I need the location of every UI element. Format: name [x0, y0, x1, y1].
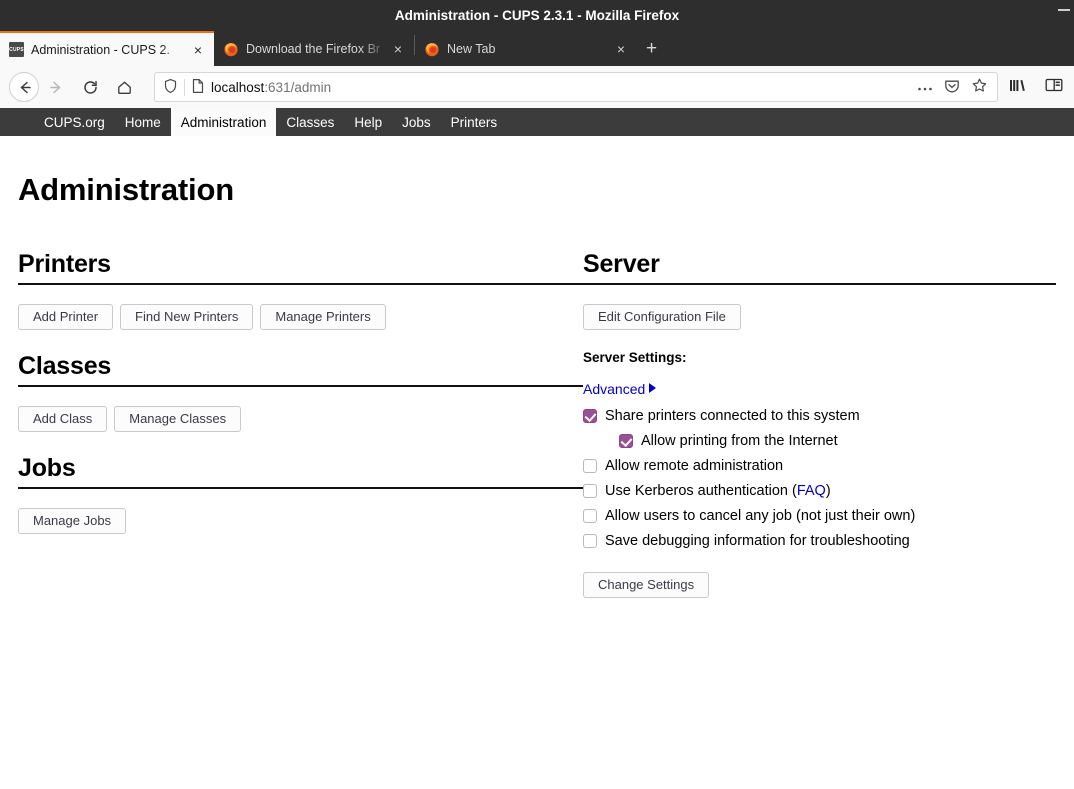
jobs-button-row: Manage Jobs [18, 508, 583, 534]
browser-tab-3[interactable]: New Tab × [415, 31, 637, 66]
home-icon[interactable] [108, 72, 141, 102]
cups-site-nav: CUPS.org Home Administration Classes Hel… [0, 108, 1074, 136]
checkbox-label: Share printers connected to this system [605, 408, 860, 424]
nav-item-administration[interactable]: Administration [171, 108, 277, 136]
tab-title: New Tab [447, 42, 606, 56]
nav-item-help[interactable]: Help [344, 108, 392, 136]
checkbox-use-kerberos-authentication[interactable]: Use Kerberos authentication (FAQ) [583, 478, 1056, 503]
checkbox-unchecked-icon[interactable] [583, 509, 597, 523]
nav-item-printers[interactable]: Printers [441, 108, 508, 136]
firefox-favicon [424, 41, 440, 57]
tab-strip: CUPS Administration - CUPS 2. × Download… [0, 30, 1074, 66]
checkbox-label-text: Use Kerberos authentication ( [605, 483, 797, 499]
checkbox-label: Allow users to cancel any job (not just … [605, 508, 915, 524]
checkbox-allow-remote-administration[interactable]: Allow remote administration [583, 453, 1056, 478]
manage-classes-button[interactable]: Manage Classes [114, 406, 241, 432]
checkbox-checked-icon[interactable] [619, 434, 633, 448]
add-class-button[interactable]: Add Class [18, 406, 107, 432]
checkbox-save-debugging-information[interactable]: Save debugging information for troublesh… [583, 528, 1056, 553]
server-heading: Server [583, 250, 1056, 279]
classes-button-row: Add Class Manage Classes [18, 406, 583, 432]
checkbox-label: Allow printing from the Internet [641, 433, 838, 449]
cups-favicon: CUPS [9, 42, 24, 57]
tab-title: Download the Firefox Br [246, 42, 383, 56]
window-title: Administration - CUPS 2.3.1 - Mozilla Fi… [395, 8, 679, 23]
checkbox-allow-printing-internet[interactable]: Allow printing from the Internet [583, 428, 1056, 453]
checkbox-label: Save debugging information for troublesh… [605, 533, 910, 549]
server-button-row: Edit Configuration File [583, 304, 1056, 330]
manage-jobs-button[interactable]: Manage Jobs [18, 508, 126, 534]
jobs-heading: Jobs [18, 454, 583, 483]
url-path: :631/admin [264, 80, 331, 95]
server-settings-checkbox-list: Share printers connected to this system … [583, 403, 1056, 553]
new-tab-button[interactable]: + [637, 39, 666, 58]
reload-icon[interactable] [74, 72, 107, 102]
nav-item-jobs[interactable]: Jobs [392, 108, 441, 136]
classes-heading: Classes [18, 352, 583, 381]
url-divider [184, 79, 185, 96]
star-icon[interactable] [971, 77, 988, 97]
spacer [18, 330, 583, 352]
printers-heading: Printers [18, 250, 583, 279]
checkbox-allow-users-cancel-any-job[interactable]: Allow users to cancel any job (not just … [583, 503, 1056, 528]
server-rule [583, 283, 1056, 285]
right-column: Server Edit Configuration File Server Se… [583, 250, 1056, 598]
left-column: Printers Add Printer Find New Printers M… [18, 250, 583, 598]
tab-close-icon[interactable]: × [190, 43, 206, 57]
server-settings-label: Server Settings: [583, 350, 1056, 365]
firefox-favicon [223, 41, 239, 57]
tab-title: Administration - CUPS 2. [31, 43, 183, 57]
triangle-right-icon [649, 383, 656, 393]
page-document-icon [191, 78, 205, 97]
find-new-printers-button[interactable]: Find New Printers [120, 304, 253, 330]
manage-printers-button[interactable]: Manage Printers [260, 304, 385, 330]
ellipsis-icon[interactable] [917, 80, 933, 95]
advanced-label: Advanced [583, 381, 645, 397]
browser-tab-1[interactable]: CUPS Administration - CUPS 2. × [0, 31, 214, 66]
checkbox-unchecked-icon[interactable] [583, 484, 597, 498]
sidebar-icon[interactable] [1045, 77, 1063, 98]
window-titlebar: Administration - CUPS 2.3.1 - Mozilla Fi… [0, 0, 1074, 30]
nav-item-classes[interactable]: Classes [276, 108, 344, 136]
checkbox-share-printers[interactable]: Share printers connected to this system [583, 403, 1056, 428]
url-bar[interactable]: localhost:631/admin [154, 72, 998, 102]
checkbox-checked-icon[interactable] [583, 409, 597, 423]
add-printer-button[interactable]: Add Printer [18, 304, 113, 330]
page-title: Administration [18, 172, 1056, 208]
checkbox-unchecked-icon[interactable] [583, 459, 597, 473]
back-arrow-icon[interactable] [9, 72, 39, 102]
checkbox-label: Use Kerberos authentication (FAQ) [605, 483, 831, 499]
library-icon[interactable] [1009, 77, 1027, 98]
page-content: Administration Printers Add Printer Find… [0, 172, 1074, 789]
jobs-rule [18, 487, 583, 489]
url-host: localhost [211, 80, 264, 95]
forward-arrow-icon[interactable] [40, 72, 73, 102]
change-settings-row: Change Settings [583, 572, 1056, 598]
tab-close-icon[interactable]: × [613, 42, 629, 56]
checkbox-label-text-after: ) [826, 483, 831, 499]
spacer [18, 432, 583, 454]
minimize-icon[interactable] [1058, 9, 1070, 11]
edit-configuration-file-button[interactable]: Edit Configuration File [583, 304, 741, 330]
checkbox-unchecked-icon[interactable] [583, 534, 597, 548]
checkbox-label: Allow remote administration [605, 458, 783, 474]
classes-rule [18, 385, 583, 387]
tab-close-icon[interactable]: × [390, 42, 406, 56]
nav-item-home[interactable]: Home [115, 108, 171, 136]
browser-tab-2[interactable]: Download the Firefox Br × [214, 31, 414, 66]
change-settings-button[interactable]: Change Settings [583, 572, 709, 598]
faq-link[interactable]: FAQ [797, 483, 826, 499]
printers-rule [18, 283, 583, 285]
nav-item-cups-org[interactable]: CUPS.org [34, 108, 115, 136]
printers-button-row: Add Printer Find New Printers Manage Pri… [18, 304, 583, 330]
advanced-toggle[interactable]: Advanced [583, 381, 1056, 397]
url-text[interactable]: localhost:631/admin [211, 80, 911, 95]
pocket-icon[interactable] [944, 78, 960, 97]
shield-icon[interactable] [163, 78, 178, 97]
browser-toolbar: localhost:631/admin [0, 66, 1074, 108]
admin-columns: Printers Add Printer Find New Printers M… [18, 250, 1056, 598]
